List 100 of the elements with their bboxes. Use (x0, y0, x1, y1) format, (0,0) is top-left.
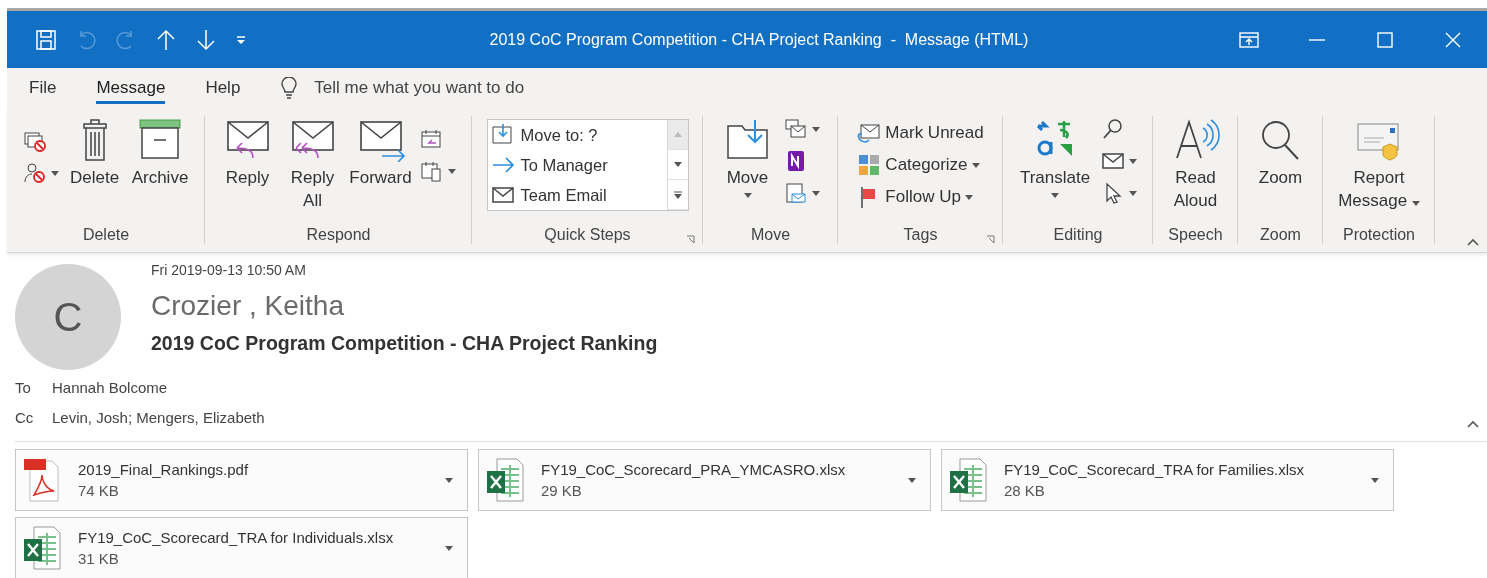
caret-icon (1371, 477, 1379, 483)
group-label: Move (750, 226, 791, 244)
junk-icon (22, 162, 47, 184)
attachment-size: 29 KB (541, 482, 583, 499)
group-label: Protection (1342, 226, 1415, 244)
ribbon-display-icon (1239, 31, 1259, 48)
calendar-phone-icon (419, 160, 444, 182)
avatar: C (15, 264, 121, 370)
attachment-name: FY19_CoC_Scorecard_TRA for Individuals.xlsx (78, 529, 395, 546)
message-subject: 2019 CoC Program Competition - CHA Project Ranking (151, 332, 658, 355)
ribbon-button[interactable]: Delete (66, 116, 123, 191)
quick-step[interactable]: To Manager (490, 150, 667, 180)
caret-icon (673, 162, 682, 167)
caret-icon (1129, 190, 1138, 196)
attachment-size: 31 KB (78, 550, 120, 567)
save-icon (35, 28, 57, 51)
attachment-menu-button[interactable] (443, 543, 455, 553)
tag-button[interactable]: Mark Unread (855, 120, 986, 146)
group-label: Speech (1168, 226, 1223, 244)
recipient-label: To (15, 378, 32, 396)
ribbon-button[interactable]: Read Aloud (1160, 116, 1231, 214)
chevron-up-icon (1467, 420, 1479, 428)
customize-icon (235, 33, 247, 46)
caret-icon (445, 477, 453, 483)
attachment-name: FY19_CoC_Scorecard_PRA_YMCASRO.xlsx (541, 461, 847, 478)
recipient-label: Cc (15, 408, 35, 426)
spreadsheet-file-icon (22, 525, 62, 571)
lightbulb-icon (280, 77, 299, 99)
dialog-launcher-icon[interactable] (986, 235, 995, 244)
group-label: Quick Steps (544, 226, 631, 244)
group-label: Respond (306, 226, 371, 244)
menu-tab[interactable]: File (29, 72, 57, 104)
caret-icon (1411, 201, 1420, 206)
dialog-launcher-icon[interactable] (686, 235, 695, 244)
category-icon (857, 154, 882, 176)
sender-name: Crozier , Keitha (151, 290, 345, 322)
envelope-icon (490, 184, 515, 206)
collapse-ribbon-button[interactable] (1465, 236, 1481, 248)
recipient-names: Hannah Bolcome (52, 378, 168, 396)
attachment-menu-button[interactable] (443, 475, 455, 485)
attachment-card[interactable]: FY19_CoC_Scorecard_PRA_YMCASRO.xlsx 29 KB (478, 449, 931, 511)
spreadsheet-file-icon (485, 457, 525, 503)
ribbon-button[interactable]: Report Message (1324, 116, 1434, 214)
ribbon-button[interactable]: Archive (128, 116, 192, 191)
chevron-up-icon (1467, 238, 1479, 246)
attachment-size: 74 KB (78, 482, 120, 499)
caret-icon (743, 193, 752, 198)
arrow-up-icon (155, 28, 177, 51)
caret-icon (447, 168, 456, 174)
group-label: Delete (82, 226, 130, 244)
ignore-icon (22, 130, 47, 152)
mail-actions-icon (783, 182, 808, 204)
menu-tab[interactable]: Help (205, 72, 241, 104)
group-label: Zoom (1260, 226, 1301, 244)
caret-icon (50, 170, 59, 176)
attachment-card[interactable]: 2019_Final_Rankings.pdf 74 KB (15, 449, 468, 511)
tell-me-field[interactable]: Tell me what you want to do (312, 77, 597, 99)
sent-date: Fri 2019-09-13 10:50 AM (151, 262, 307, 278)
caret-icon (1129, 158, 1138, 164)
ribbon-button[interactable]: Move (719, 116, 776, 200)
ribbon-button[interactable]: Zoom (1252, 116, 1309, 191)
caret-icon (811, 190, 820, 196)
ribbon-button[interactable]: Reply All (281, 116, 344, 214)
quick-step[interactable]: Team Email (490, 180, 667, 210)
attachment-card[interactable]: FY19_CoC_Scorecard_TRA for Individuals.xlsx 31 KB (15, 517, 468, 578)
envelope-icon (1101, 150, 1126, 172)
caret-icon (908, 477, 916, 483)
quick-step[interactable]: Move to: ? (490, 120, 667, 150)
group-label: Editing (1053, 226, 1103, 244)
mark-unread-icon (857, 122, 882, 144)
caret-icon (971, 162, 980, 168)
caret-icon (1051, 193, 1059, 198)
ribbon-button[interactable]: Reply (219, 116, 276, 191)
attachment-menu-button[interactable] (1369, 475, 1381, 485)
calendar-reply-icon (419, 128, 444, 150)
expand-icon (673, 190, 682, 199)
attachment-card[interactable]: FY19_CoC_Scorecard_TRA for Families.xlsx 28 KB (941, 449, 1394, 511)
caret-icon (445, 545, 453, 551)
caret-icon (964, 194, 973, 200)
spreadsheet-file-icon (948, 457, 988, 503)
rules-icon (783, 118, 808, 140)
caret-icon (673, 132, 682, 137)
close-icon (1445, 31, 1461, 48)
ribbon-button[interactable]: Translate (1016, 116, 1094, 200)
attachment-menu-button[interactable] (906, 475, 918, 485)
attachment-name: FY19_CoC_Scorecard_TRA for Families.xlsx (1004, 461, 1306, 478)
tag-button[interactable]: Follow Up (855, 184, 975, 210)
maximize-icon (1377, 31, 1393, 48)
collapse-header-button[interactable] (1465, 418, 1481, 430)
arrow-down-icon (195, 28, 217, 51)
recipient-names: Levin, Josh; Mengers, Elizabeth (52, 408, 265, 426)
menu-tab[interactable]: Message (96, 72, 166, 104)
pdf-file-icon (22, 457, 62, 503)
minimize-icon (1309, 38, 1325, 41)
folder-arrow-icon (490, 124, 515, 146)
window-title: 2019 CoC Program Competition - CHA Project Ranking - Message (HTML) (488, 30, 1030, 49)
tag-button[interactable]: Categorize (855, 152, 982, 178)
caret-icon (811, 126, 820, 132)
group-label: Tags (903, 226, 938, 244)
ribbon-button[interactable]: Forward (349, 116, 412, 191)
